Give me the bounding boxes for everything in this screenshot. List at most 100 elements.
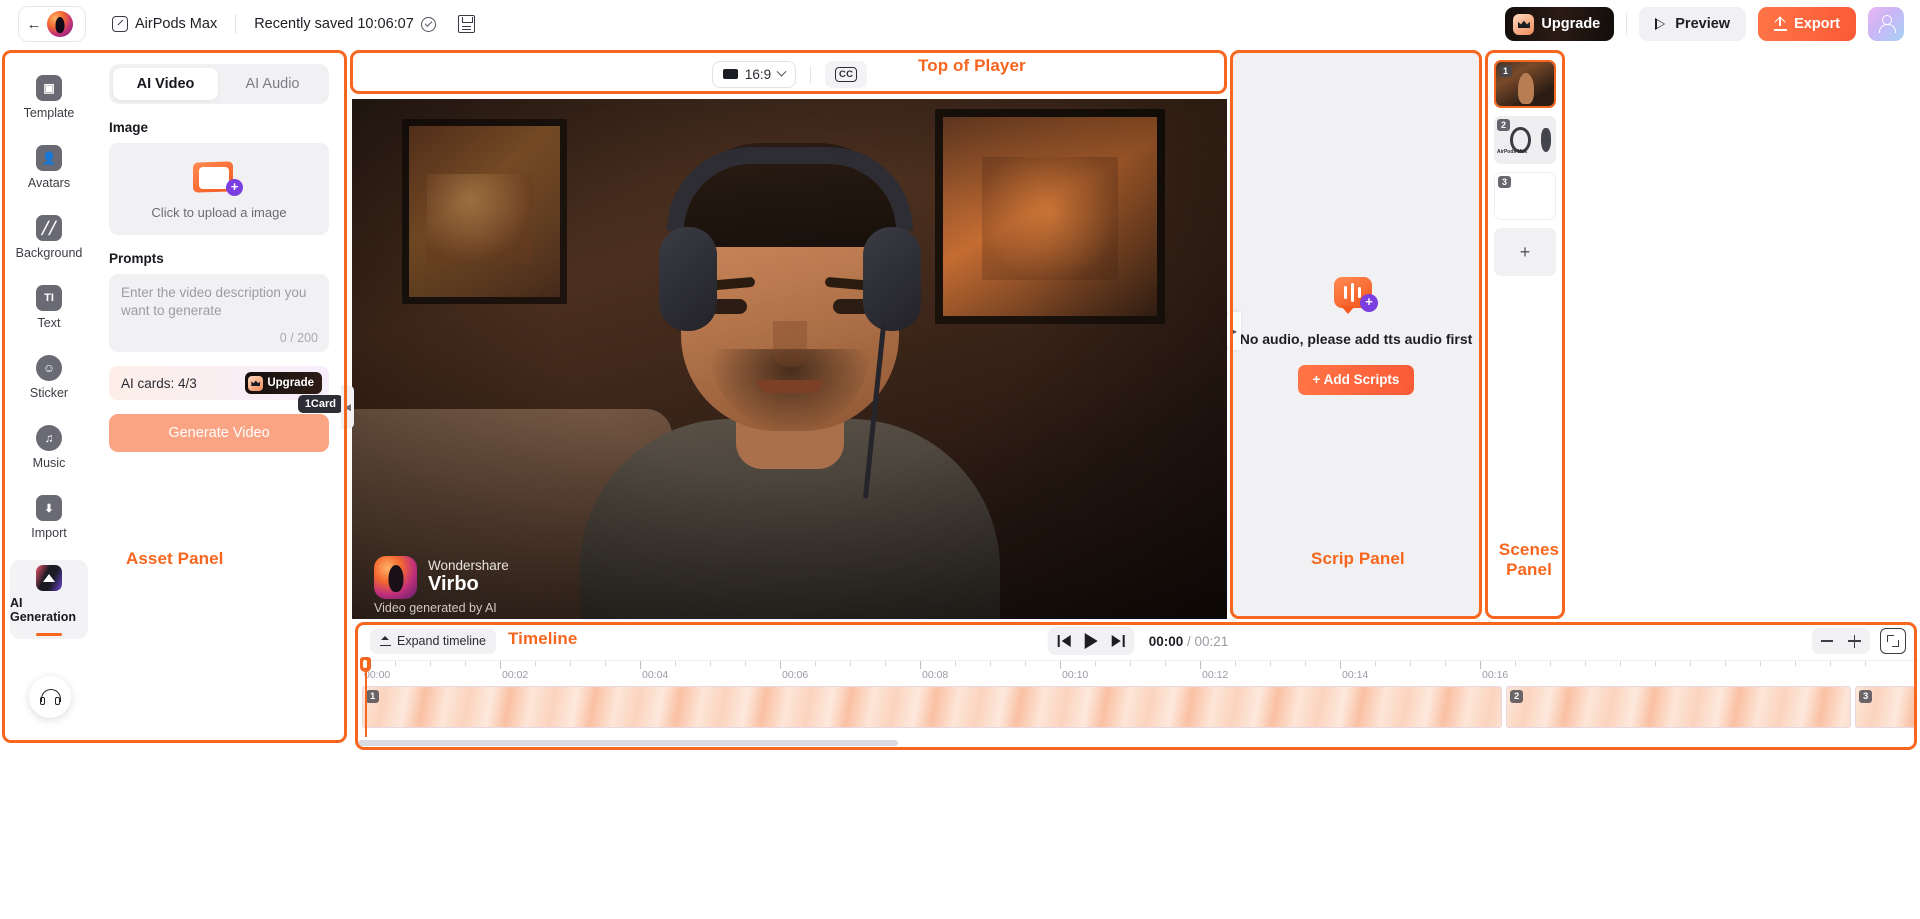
time-separator: / (1183, 633, 1195, 649)
asset-panel-body: AI Video AI Audio Image + Click to uploa… (95, 50, 343, 740)
scene-number: 2 (1497, 119, 1511, 131)
sidebar-item-sticker[interactable]: ☺ Sticker (10, 350, 88, 403)
playback-controls: 00:00 / 00:21 (1047, 627, 1229, 655)
play-outline-icon (1655, 17, 1667, 31)
prompt-input[interactable]: Enter the video description you want to … (109, 274, 329, 352)
zoom-out-icon[interactable] (1821, 640, 1833, 642)
sidebar-item-template[interactable]: ▣ Template (10, 70, 88, 123)
watermark: Wondershare Virbo (374, 556, 509, 599)
current-time: 00:00 (1148, 633, 1184, 649)
total-time: 00:21 (1194, 633, 1229, 649)
timeline-ruler[interactable]: 00:00 00:02 00:04 00:06 00:08 00:10 00:1… (360, 657, 1918, 737)
timeline-clip[interactable]: 3 (1855, 686, 1917, 728)
sidebar-item-avatars[interactable]: 👤 Avatars (10, 140, 88, 193)
check-circle-icon (420, 16, 436, 32)
scenes-panel: 1 AirPods Max 2 3 + (1487, 52, 1563, 619)
project-title-group[interactable]: AirPods Max (112, 16, 217, 32)
preview-frame-image (352, 99, 1227, 619)
watermark-product: Virbo (428, 573, 479, 596)
aspect-ratio-selector[interactable]: 16:9 (711, 60, 797, 88)
sidebar-item-label: Music (32, 456, 66, 470)
ruler-label: 00:06 (782, 669, 809, 681)
scrollbar-thumb[interactable] (358, 740, 898, 746)
annotation-label-asset-panel: Asset Panel (126, 549, 224, 568)
export-button[interactable]: Export (1758, 7, 1856, 41)
avatars-icon: 👤 (36, 145, 62, 171)
active-indicator (36, 633, 62, 636)
tts-audio-icon: + (1334, 276, 1378, 317)
generate-video-button[interactable]: Generate Video 1Card (109, 395, 343, 452)
zoom-in-icon[interactable] (1848, 634, 1861, 648)
skip-next-icon[interactable] (1111, 635, 1125, 647)
upgrade-button[interactable]: Upgrade (1505, 7, 1615, 41)
fullscreen-button[interactable] (1880, 628, 1906, 654)
ai-cards-count: AI cards: 4/3 (121, 375, 197, 391)
video-preview-stage[interactable]: Wondershare Virbo Video generated by AI (352, 99, 1227, 619)
ai-generation-icon (36, 565, 62, 591)
sidebar-item-import[interactable]: ⬇ Import (10, 490, 88, 543)
tab-ai-video[interactable]: AI Video (113, 68, 218, 100)
timeline-clip[interactable]: 1 (362, 686, 1502, 728)
prompt-char-counter: 0 / 200 (279, 331, 318, 345)
tab-ai-audio[interactable]: AI Audio (220, 68, 325, 100)
screen-icon (722, 69, 738, 79)
crown-icon (248, 375, 264, 391)
annotation-label-scenes-line1: Scenes (1498, 540, 1560, 559)
player-toolbar: 16:9 CC (352, 52, 1227, 96)
sidebar-item-background[interactable]: ╱╱ Background (10, 210, 88, 263)
upgrade-label: Upgrade (1541, 16, 1601, 32)
chevron-down-icon (776, 66, 787, 77)
sticker-icon: ☺ (36, 355, 62, 381)
sidebar-item-music[interactable]: ♫ Music (10, 420, 88, 473)
back-button[interactable]: ← (18, 6, 86, 42)
playhead[interactable] (360, 657, 371, 737)
ruler-label: 00:02 (502, 669, 529, 681)
watermark-brand: Wondershare (428, 557, 509, 573)
scene-thumbnail-3[interactable]: 3 (1494, 172, 1556, 220)
script-empty-message: No audio, please add tts audio first (1239, 330, 1473, 347)
project-name: AirPods Max (135, 16, 218, 32)
timeline-track[interactable]: 1 2 3 (358, 686, 1918, 728)
user-avatar-button[interactable] (1868, 7, 1904, 41)
annotation-label-timeline: Timeline (508, 629, 578, 648)
play-icon[interactable] (1084, 633, 1098, 649)
timeline-panel: Expand timeline 00:00 / 00:21 00:00 00:0… (358, 622, 1918, 748)
skip-previous-icon[interactable] (1057, 635, 1071, 647)
timeline-horizontal-scrollbar[interactable] (358, 740, 1918, 746)
scene-number: 1 (1499, 65, 1513, 77)
header-divider (235, 14, 237, 34)
cards-upgrade-button[interactable]: Upgrade (245, 372, 322, 394)
expand-timeline-button[interactable]: Expand timeline (370, 628, 496, 654)
app-header: ← AirPods Max Recently saved 10:06:07 Up… (0, 0, 1920, 48)
sidebar-item-label: Sticker (29, 386, 69, 400)
playhead-knob[interactable] (360, 657, 371, 672)
music-icon: ♫ (36, 425, 62, 451)
timeline-right-controls (1812, 628, 1906, 654)
template-icon: ▣ (36, 75, 62, 101)
timeline-clip[interactable]: 2 (1506, 686, 1851, 728)
sidebar-item-label: Avatars (27, 176, 71, 190)
image-upload-icon: + (193, 158, 245, 198)
captions-button[interactable]: CC (825, 60, 868, 88)
preview-label: Preview (1675, 16, 1731, 32)
support-button[interactable] (29, 676, 71, 718)
scene-thumbnail-2[interactable]: AirPods Max 2 (1494, 116, 1556, 164)
ruler-label: 00:04 (642, 669, 669, 681)
annotation-label-scenes-line2: Panel (1506, 560, 1552, 580)
add-scripts-button[interactable]: + Add Scripts (1297, 364, 1415, 395)
image-upload-dropzone[interactable]: + Click to upload a image (109, 143, 329, 235)
add-scene-button[interactable]: + (1494, 228, 1556, 276)
save-disk-icon[interactable] (457, 15, 475, 33)
watermark-note: Video generated by AI (374, 601, 497, 615)
preview-button[interactable]: Preview (1639, 7, 1747, 41)
sidebar-item-ai-generation[interactable]: AI Generation (10, 560, 88, 639)
collapse-script-panel-button[interactable]: ▶ (1227, 312, 1241, 350)
scene-thumbnail-1[interactable]: 1 (1494, 60, 1556, 108)
collapse-asset-panel-button[interactable]: ◀ (341, 385, 354, 429)
sidebar-item-text[interactable]: TI Text (10, 280, 88, 333)
saved-status: Recently saved 10:06:07 (254, 16, 436, 32)
asset-tabs: AI Video AI Audio (109, 64, 329, 104)
cc-icon: CC (834, 66, 858, 82)
clip-number: 1 (366, 690, 380, 703)
ruler-label: 00:08 (922, 669, 949, 681)
